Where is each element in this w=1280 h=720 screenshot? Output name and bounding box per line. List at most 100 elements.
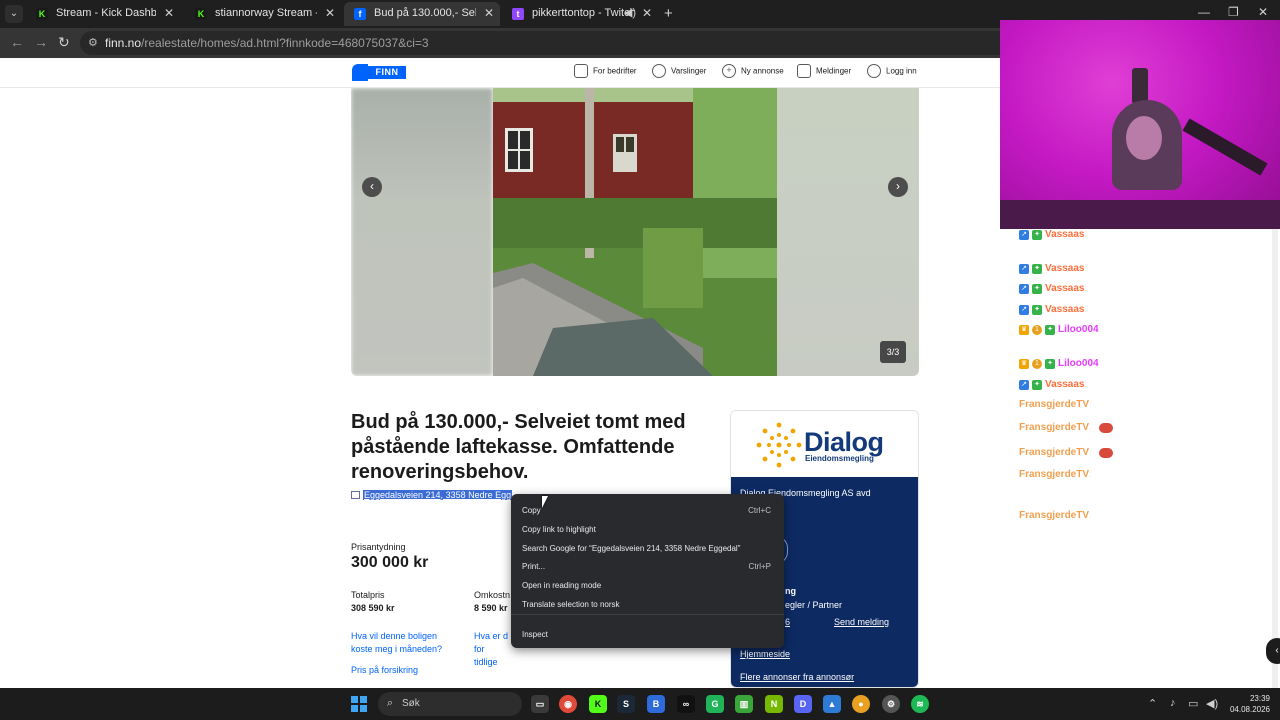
totalpris-value: 308 590 kr: [351, 603, 395, 613]
chat-message: ♛ 1 ✦ Liloo004:: [1019, 324, 1102, 335]
menu-item-copy-link-highlight[interactable]: Copy link to highlight: [511, 520, 784, 538]
speaker-icon[interactable]: ◀): [624, 6, 636, 19]
gallery-next-button[interactable]: ›: [888, 177, 908, 197]
close-window-button[interactable]: ✕: [1258, 5, 1268, 19]
photos-icon[interactable]: ▲: [823, 695, 841, 713]
badge-icon: 1: [1032, 324, 1042, 335]
tab-finn-listing[interactable]: f Bud på 130.000,- Selveiet tomt ✕: [344, 2, 500, 26]
previous-sales-link[interactable]: Hva er d for tidlige: [474, 630, 508, 669]
task-view-icon[interactable]: ▭: [531, 695, 549, 713]
close-icon[interactable]: ✕: [484, 6, 494, 20]
send-message-link[interactable]: Send melding: [834, 617, 889, 627]
side-panel-toggle-icon[interactable]: ‹: [1266, 638, 1280, 664]
nav-varslinger[interactable]: Varslinger: [652, 64, 706, 81]
microphone-icon[interactable]: ♪: [1170, 697, 1176, 709]
menu-item-translate[interactable]: Translate selection to norsk: [511, 595, 784, 613]
gallery-main-image[interactable]: [493, 88, 777, 376]
minimize-button[interactable]: —: [1198, 5, 1210, 19]
badge-icon: ↗: [1019, 304, 1029, 315]
agent-role: egler / Partner: [785, 600, 843, 610]
kick-app-icon[interactable]: K: [589, 695, 607, 713]
homepage-link[interactable]: Hjemmeside: [740, 649, 790, 659]
menu-item-inspect[interactable]: Inspect: [511, 625, 784, 643]
finn-logo[interactable]: FINN: [352, 64, 406, 81]
insurance-link[interactable]: Pris på forsikring: [351, 664, 418, 677]
badge-icon: ✦: [1032, 379, 1042, 390]
badge-icon: ✦: [1045, 324, 1055, 335]
nvidia-icon[interactable]: N: [765, 695, 783, 713]
site-info-icon[interactable]: ⚙: [88, 36, 98, 49]
taskbar-clock[interactable]: 23:39 04.08.2026: [1226, 693, 1270, 715]
address-link[interactable]: Eggedalsveien 214, 3358 Nedre Egg: [363, 489, 513, 500]
user-icon: [867, 64, 881, 78]
chat-message: ↗ ✦ Vassaas:: [1019, 378, 1259, 391]
badge-icon: ↗: [1019, 263, 1029, 274]
menu-item-search-google[interactable]: Search Google for “Eggedalsveien 214, 33…: [511, 539, 784, 557]
figurine: [1132, 68, 1148, 104]
volume-icon[interactable]: ◀): [1206, 697, 1218, 710]
taskbar-search[interactable]: ⌕ Søk: [378, 692, 522, 716]
close-icon[interactable]: ✕: [164, 6, 174, 20]
tab-search-button[interactable]: ⌄: [5, 5, 23, 23]
menu-item-copy[interactable]: Copy Ctrl+C: [511, 501, 784, 519]
windows-start-icon[interactable]: [351, 696, 367, 712]
dialog-brand-sub: Eiendomsmegling: [805, 454, 874, 463]
kick-icon: K: [36, 8, 48, 20]
tab-kick-stream[interactable]: K stiannorway Stream - Watch Live ✕: [185, 2, 341, 26]
gallery-counter: 3/3: [880, 341, 906, 363]
close-icon[interactable]: ✕: [325, 6, 335, 20]
discord-icon[interactable]: D: [794, 695, 812, 713]
app-icon[interactable]: ∞: [677, 695, 695, 713]
chat-scrollbar[interactable]: [1272, 229, 1278, 688]
listing-address[interactable]: Eggedalsveien 214, 3358 Nedre Egg: [351, 489, 513, 501]
address-bar[interactable]: ⚙ finn.no/realestate/homes/ad.html?finnk…: [80, 31, 1010, 55]
app-icon[interactable]: ●: [852, 695, 870, 713]
close-icon[interactable]: ✕: [642, 6, 652, 20]
tray-chevron-icon[interactable]: ⌃: [1148, 697, 1157, 710]
taskbar: [0, 688, 1280, 720]
new-tab-button[interactable]: +: [664, 5, 673, 22]
steam-icon[interactable]: S: [617, 695, 635, 713]
agent-logo-area[interactable]: Dialog Eiendomsmegling: [731, 411, 918, 477]
app-icon[interactable]: ▥: [735, 695, 753, 713]
tab-title: stiannorway Stream - Watch Live: [215, 7, 317, 19]
tab-title: pikkerttontop - Twitch: [532, 7, 634, 19]
app-icon[interactable]: B: [647, 695, 665, 713]
chat-message: ↗ ✦ Vassaas:: [1019, 303, 1259, 316]
maximize-button[interactable]: ❐: [1228, 5, 1239, 19]
nav-logg-inn[interactable]: Logg inn: [867, 64, 917, 81]
monthly-cost-link[interactable]: Hva vil denne boligen koste meg i månede…: [351, 630, 461, 656]
tab-twitch[interactable]: t pikkerttontop - Twitch ◀) ✕: [502, 2, 658, 26]
chat-message: FransgjerdeTV:: [1019, 399, 1092, 410]
menu-item-print[interactable]: Print... Ctrl+P: [511, 557, 784, 575]
tab-kick-dashboard[interactable]: K Stream - Kick Dashboard ✕: [26, 2, 180, 26]
emote-icon: [1098, 447, 1113, 458]
image-gallery[interactable]: ‹ › 3/3: [351, 88, 919, 376]
spotify-icon[interactable]: ≋: [911, 695, 929, 713]
nav-ny-annonse[interactable]: + Ny annonse: [722, 64, 784, 81]
gallery-prev-button[interactable]: ‹: [362, 177, 382, 197]
more-ads-link[interactable]: Flere annonser fra annonsør: [740, 672, 854, 682]
search-icon: ⌕: [387, 697, 394, 709]
forward-icon[interactable]: →: [34, 34, 48, 50]
network-icon[interactable]: ▭: [1188, 697, 1198, 710]
chat-message: ↗ ✦ Vassaas:: [1019, 228, 1259, 241]
app-icon[interactable]: G: [706, 695, 724, 713]
chat-message: ↗ ✦ Vassaas:: [1019, 262, 1259, 275]
twitch-icon: t: [512, 8, 524, 20]
chat-icon: [797, 64, 811, 78]
back-icon[interactable]: ←: [10, 34, 24, 50]
reload-icon[interactable]: ↻: [58, 34, 70, 51]
finn-icon: f: [354, 8, 366, 20]
plus-circle-icon: +: [722, 64, 736, 78]
chrome-icon[interactable]: ◉: [559, 695, 577, 713]
badge-icon: ✦: [1032, 263, 1042, 274]
chat-message: FransgjerdeTV:: [1019, 446, 1259, 459]
nav-for-bedrifter[interactable]: For bedrifter: [574, 64, 637, 81]
agent-phone[interactable]: 6: [785, 617, 790, 627]
gallery-prev-image: [351, 88, 493, 376]
menu-item-reading-mode[interactable]: Open in reading mode: [511, 576, 784, 594]
nav-meldinger[interactable]: Meldinger: [797, 64, 851, 81]
mic-arm: [1182, 118, 1268, 176]
app-icon[interactable]: ⚙: [882, 695, 900, 713]
